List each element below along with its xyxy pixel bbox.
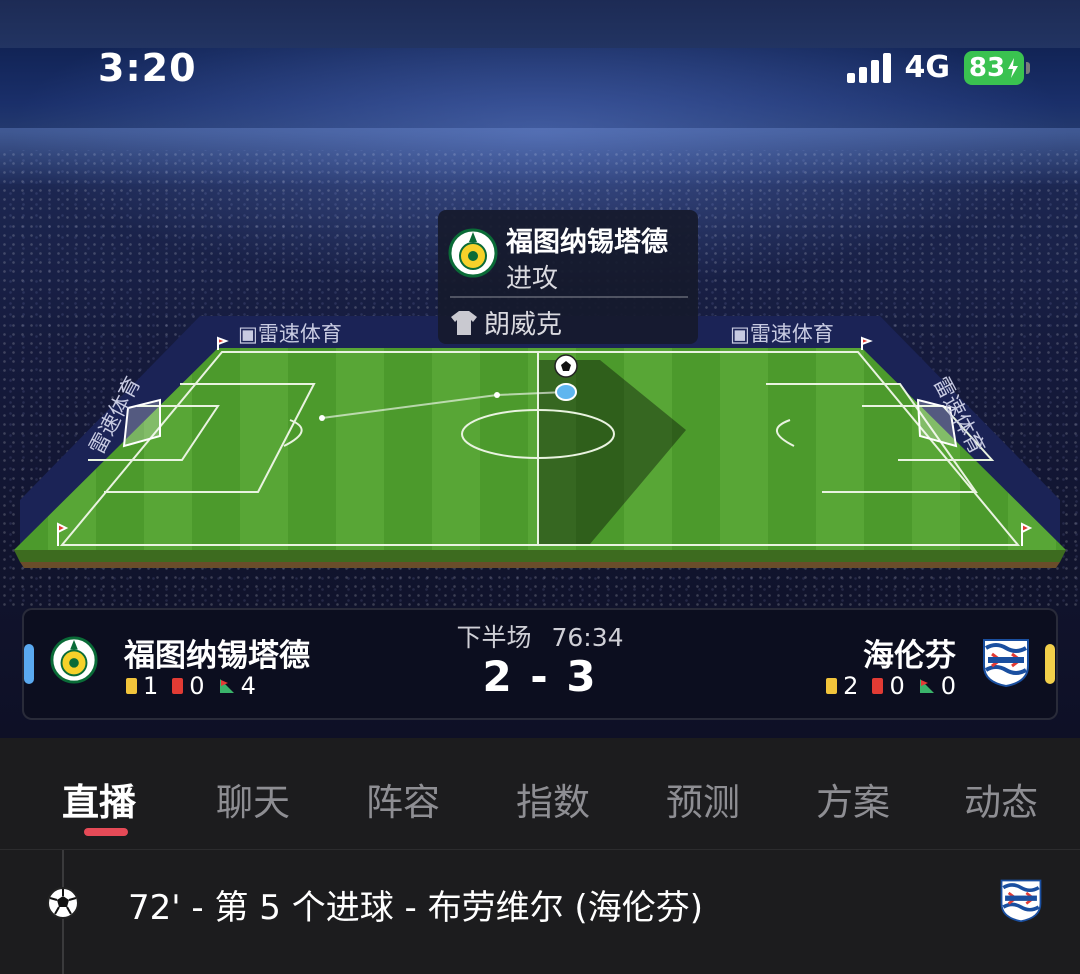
home-yellow-count: 1 <box>143 672 159 700</box>
ad-board-left: ▣雷速体育 <box>238 322 342 346</box>
ad-board-right: ▣雷速体育 <box>730 322 834 346</box>
ball-icon <box>554 354 578 378</box>
home-red-count: 0 <box>189 672 205 700</box>
network-type: 4G <box>904 50 951 85</box>
status-time: 3:20 <box>98 46 197 90</box>
tab-plans[interactable]: 方案 <box>816 772 890 826</box>
home-team-stats: 1 0 4 <box>126 672 256 700</box>
away-team-name[interactable]: 海伦芬 <box>863 630 956 675</box>
tooltip-player-name: 朗威克 <box>484 310 563 340</box>
away-team-logo <box>1000 879 1042 923</box>
match-status: 下半场 76:34 <box>440 618 640 654</box>
battery-level: 83 <box>968 52 1006 83</box>
match-clock: 76:34 <box>551 623 624 652</box>
tooltip-divider <box>450 296 688 298</box>
tab-chat[interactable]: 聊天 <box>216 772 290 826</box>
away-red-count: 0 <box>889 672 905 700</box>
away-yellow-count: 2 <box>843 672 859 700</box>
soccer-ball-icon <box>47 887 79 919</box>
tab-odds[interactable]: 指数 <box>516 772 590 826</box>
red-card-icon <box>172 678 184 694</box>
away-team-stats: 2 0 0 <box>826 672 956 700</box>
feed-event-text[interactable]: 72' - 第 5 个进球 - 布劳维尔 (海伦芬) <box>128 880 703 929</box>
jersey-icon <box>451 310 477 335</box>
tab-live[interactable]: 直播 <box>62 772 136 826</box>
active-tab-indicator <box>84 828 128 836</box>
fortuna-sittard-logo <box>448 228 498 278</box>
away-team-logo[interactable] <box>980 636 1032 688</box>
charging-bolt-icon <box>1008 57 1019 78</box>
yellow-card-icon <box>826 678 838 694</box>
match-period: 下半场 <box>456 623 532 652</box>
tooltip-player: 朗威克 <box>450 304 562 341</box>
home-team-name[interactable]: 福图纳锡塔德 <box>124 630 310 675</box>
away-corner-count: 0 <box>940 672 956 700</box>
tab-bar: 直播 聊天 阵容 指数 预测 方案 动态 <box>0 738 1080 850</box>
ball-marker <box>555 383 577 401</box>
home-corner-count: 4 <box>240 672 256 700</box>
corner-flag-icon <box>919 679 934 693</box>
away-color-bar <box>1045 644 1055 684</box>
signal-icon <box>846 52 891 83</box>
tab-news[interactable]: 动态 <box>964 772 1038 826</box>
battery-icon: 83 <box>964 50 1030 85</box>
tab-lineup[interactable]: 阵容 <box>366 772 440 826</box>
event-tooltip: 福图纳锡塔德 进攻 朗威克 <box>438 210 698 344</box>
corner-flag-icon <box>219 679 234 693</box>
red-card-icon <box>872 678 884 694</box>
tab-prediction[interactable]: 预测 <box>666 772 740 826</box>
tooltip-team-name: 福图纳锡塔德 <box>506 227 668 258</box>
tooltip-action: 进攻 <box>506 264 559 294</box>
home-team-logo[interactable] <box>50 636 98 684</box>
status-indicators: 4G 83 <box>846 50 1030 85</box>
match-score: 2 - 3 <box>482 652 598 701</box>
home-color-bar <box>24 644 34 684</box>
stadium-lights <box>0 128 1080 184</box>
yellow-card-icon <box>126 678 137 694</box>
stadium-roof <box>0 0 1080 48</box>
